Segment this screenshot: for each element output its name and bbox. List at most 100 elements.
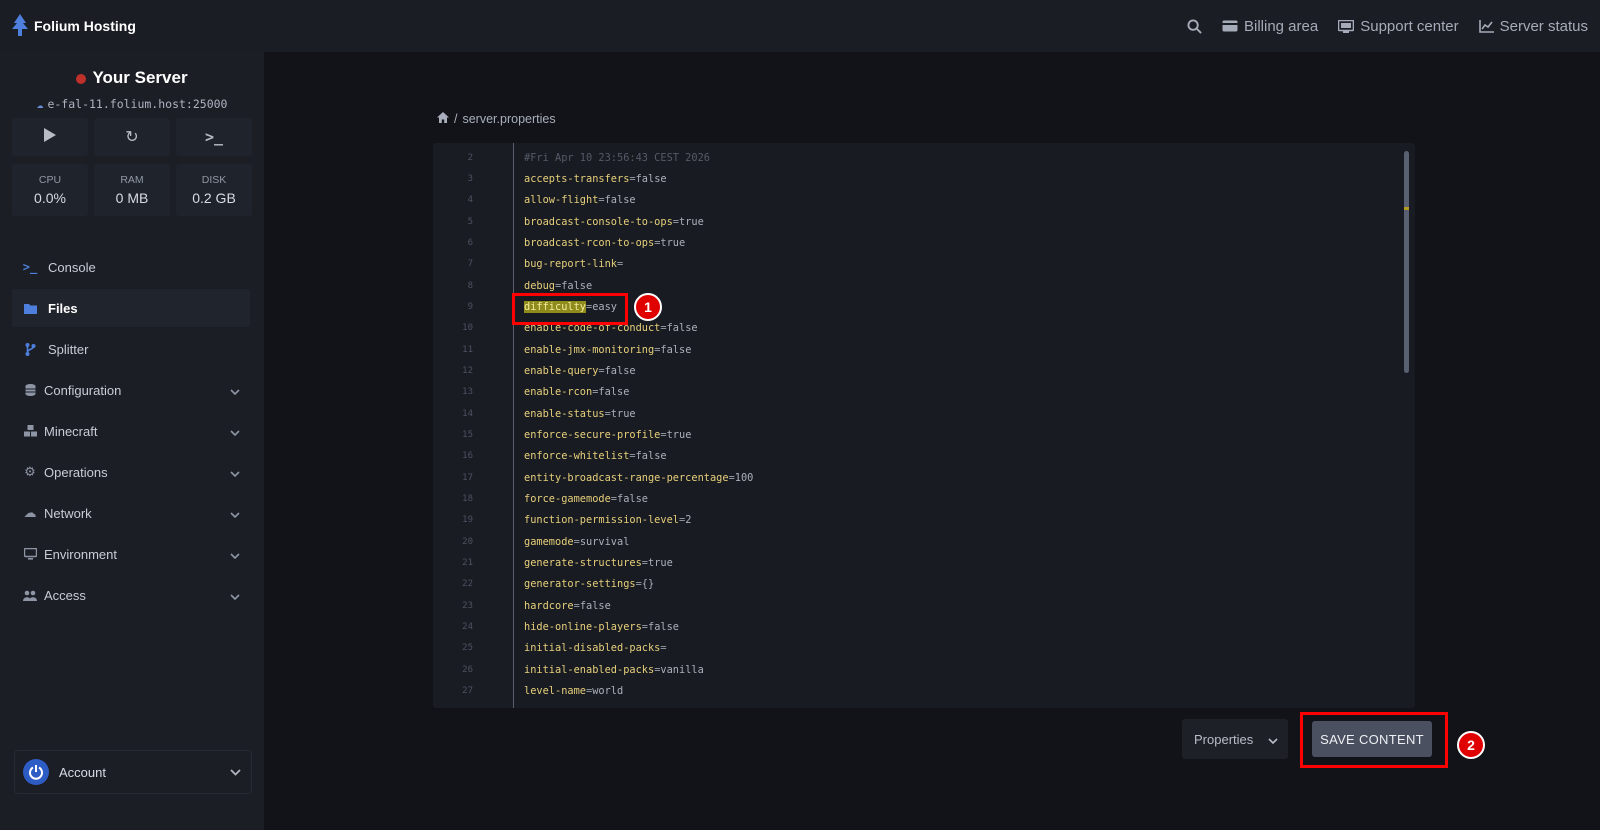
code-line[interactable]: 7 bug-report-link= (433, 254, 1393, 275)
code-line[interactable]: 19 function-permission-level=2 (433, 510, 1393, 531)
code-line[interactable]: 6 broadcast-rcon-to-ops=true (433, 232, 1393, 253)
line-number: 22 (462, 579, 473, 590)
breadcrumb-separator: / (454, 112, 458, 126)
sidebar-item-splitter[interactable]: Splitter (12, 330, 250, 368)
power-avatar-icon (23, 759, 49, 785)
code-line[interactable]: 25 initial-disabled-packs= (433, 638, 1393, 659)
server-title: Your Server (0, 68, 264, 88)
sidebar-item-minecraft[interactable]: Minecraft (12, 412, 250, 450)
property-value: world (592, 684, 624, 697)
code-text: initial-enabled-packs=vanilla (524, 664, 704, 676)
code-line[interactable]: 26 initial-enabled-packs=vanilla (433, 659, 1393, 680)
property-value: true (610, 407, 636, 420)
line-number: 13 (462, 387, 473, 398)
line-number: 17 (462, 472, 473, 483)
sidebar-item-environment[interactable]: Environment (12, 535, 250, 573)
start-button[interactable] (12, 118, 88, 156)
code-text: allow-flight=false (524, 194, 636, 206)
code-line[interactable]: 24 hide-online-players=false (433, 616, 1393, 637)
code-line[interactable]: 11 enable-jmx-monitoring=false (433, 339, 1393, 360)
sidebar-item-configuration[interactable]: Configuration (12, 371, 250, 409)
cloud-icon: ☁ (23, 505, 37, 520)
code-line[interactable]: 5 broadcast-console-to-ops=true (433, 211, 1393, 232)
property-value: {} (641, 578, 655, 591)
code-line[interactable]: 15 enforce-secure-profile=true (433, 424, 1393, 445)
search-button[interactable] (1187, 18, 1202, 34)
restart-button[interactable]: ↻ (94, 118, 170, 156)
monitor-icon (1338, 19, 1355, 33)
breadcrumb-file: server.properties (462, 112, 556, 126)
code-line[interactable]: 2 #Fri Apr 10 23:56:43 CEST 2026 (433, 147, 1393, 168)
database-icon (22, 384, 38, 396)
code-text: initial-disabled-packs= (524, 642, 667, 654)
desktop-icon (22, 548, 38, 560)
search-icon (1187, 18, 1202, 34)
file-mode-select[interactable]: Properties (1182, 719, 1288, 759)
chevron-down-icon (230, 763, 241, 781)
code-text: force-gamemode=false (524, 493, 648, 505)
account-menu[interactable]: Account (14, 750, 252, 794)
billing-area-link[interactable]: Billing area (1222, 18, 1318, 35)
property-key: enable-status (524, 407, 605, 420)
code-line[interactable]: 21 generate-structures=true (433, 552, 1393, 573)
code-text: generator-settings={} (524, 578, 654, 590)
property-key: gamemode (524, 535, 574, 548)
line-number: 14 (462, 408, 473, 419)
resource-stats: CPU 0.0% RAM 0 MB DISK 0.2 GB (12, 164, 252, 216)
top-bar: Folium Hosting Billing area Support cent… (0, 0, 1600, 52)
code-line[interactable]: 3 accepts-transfers=false (433, 168, 1393, 189)
server-status-link[interactable]: Server status (1478, 18, 1588, 35)
disk-stat: DISK 0.2 GB (176, 164, 252, 216)
sidebar-item-console[interactable]: >_ Console (12, 248, 250, 286)
code-text: hardcore=false (524, 600, 611, 612)
sidebar-item-access[interactable]: Access (12, 576, 250, 614)
code-line[interactable]: 16 enforce-whitelist=false (433, 446, 1393, 467)
code-line[interactable]: 22 generator-settings={} (433, 574, 1393, 595)
code-text: broadcast-console-to-ops=true (524, 216, 704, 228)
sidebar-item-operations[interactable]: ⚙ Operations (12, 453, 250, 491)
line-number: 23 (462, 600, 473, 611)
property-key: enable-rcon (524, 386, 593, 399)
property-value: false (660, 343, 692, 356)
code-line[interactable]: 18 force-gamemode=false (433, 488, 1393, 509)
line-number: 12 (462, 365, 473, 376)
server-host[interactable]: ☁ e-fal-11.folium.host:25000 (0, 97, 264, 111)
gear-icon: ⚙ (24, 464, 36, 479)
line-number: 4 (467, 195, 473, 206)
code-line[interactable]: 17 entity-broadcast-range-percentage=100 (433, 467, 1393, 488)
sidebar-item-network[interactable]: ☁ Network (12, 494, 250, 532)
code-line[interactable]: 20 gamemode=survival (433, 531, 1393, 552)
property-key: debug (524, 279, 555, 292)
search-match-marker (1404, 207, 1409, 210)
property-value: true (648, 556, 673, 569)
sidebar-item-files[interactable]: Files (12, 289, 250, 327)
code-text: #Fri Apr 10 23:56:43 CEST 2026 (524, 152, 710, 164)
property-key: enforce-secure-profile (524, 428, 661, 441)
line-number: 21 (462, 557, 473, 568)
property-key: initial-disabled-packs (524, 642, 661, 655)
property-value: 2 (685, 514, 692, 527)
console-button[interactable]: >_ (176, 118, 252, 156)
code-line[interactable]: 23 hardcore=false (433, 595, 1393, 616)
code-line[interactable]: 12 enable-query=false (433, 360, 1393, 381)
code-editor[interactable]: 2 #Fri Apr 10 23:56:43 CEST 2026 3 accepts-… (433, 143, 1415, 708)
credit-card-icon (1222, 20, 1238, 32)
line-number: 27 (462, 685, 473, 696)
play-icon (44, 127, 56, 147)
home-icon[interactable] (437, 112, 449, 126)
code-text: function-permission-level=2 (524, 514, 691, 526)
code-line[interactable]: 27 level-name=world (433, 680, 1393, 701)
line-number: 6 (467, 237, 473, 248)
support-center-link[interactable]: Support center (1338, 18, 1459, 35)
code-line[interactable]: 14 enable-status=true (433, 403, 1393, 424)
code-line[interactable]: 13 enable-rcon=false (433, 382, 1393, 403)
code-line[interactable]: 4 allow-flight=false (433, 190, 1393, 211)
line-number: 25 (462, 643, 473, 654)
chart-icon (1478, 19, 1494, 33)
editor-scrollbar[interactable] (1404, 151, 1409, 373)
equals-sign: = (660, 642, 667, 655)
sidebar-nav: >_ Console Files Splitter Configuration (12, 248, 250, 617)
ram-stat: RAM 0 MB (94, 164, 170, 216)
brand[interactable]: Folium Hosting (12, 13, 136, 39)
breadcrumb: / server.properties (437, 112, 556, 126)
